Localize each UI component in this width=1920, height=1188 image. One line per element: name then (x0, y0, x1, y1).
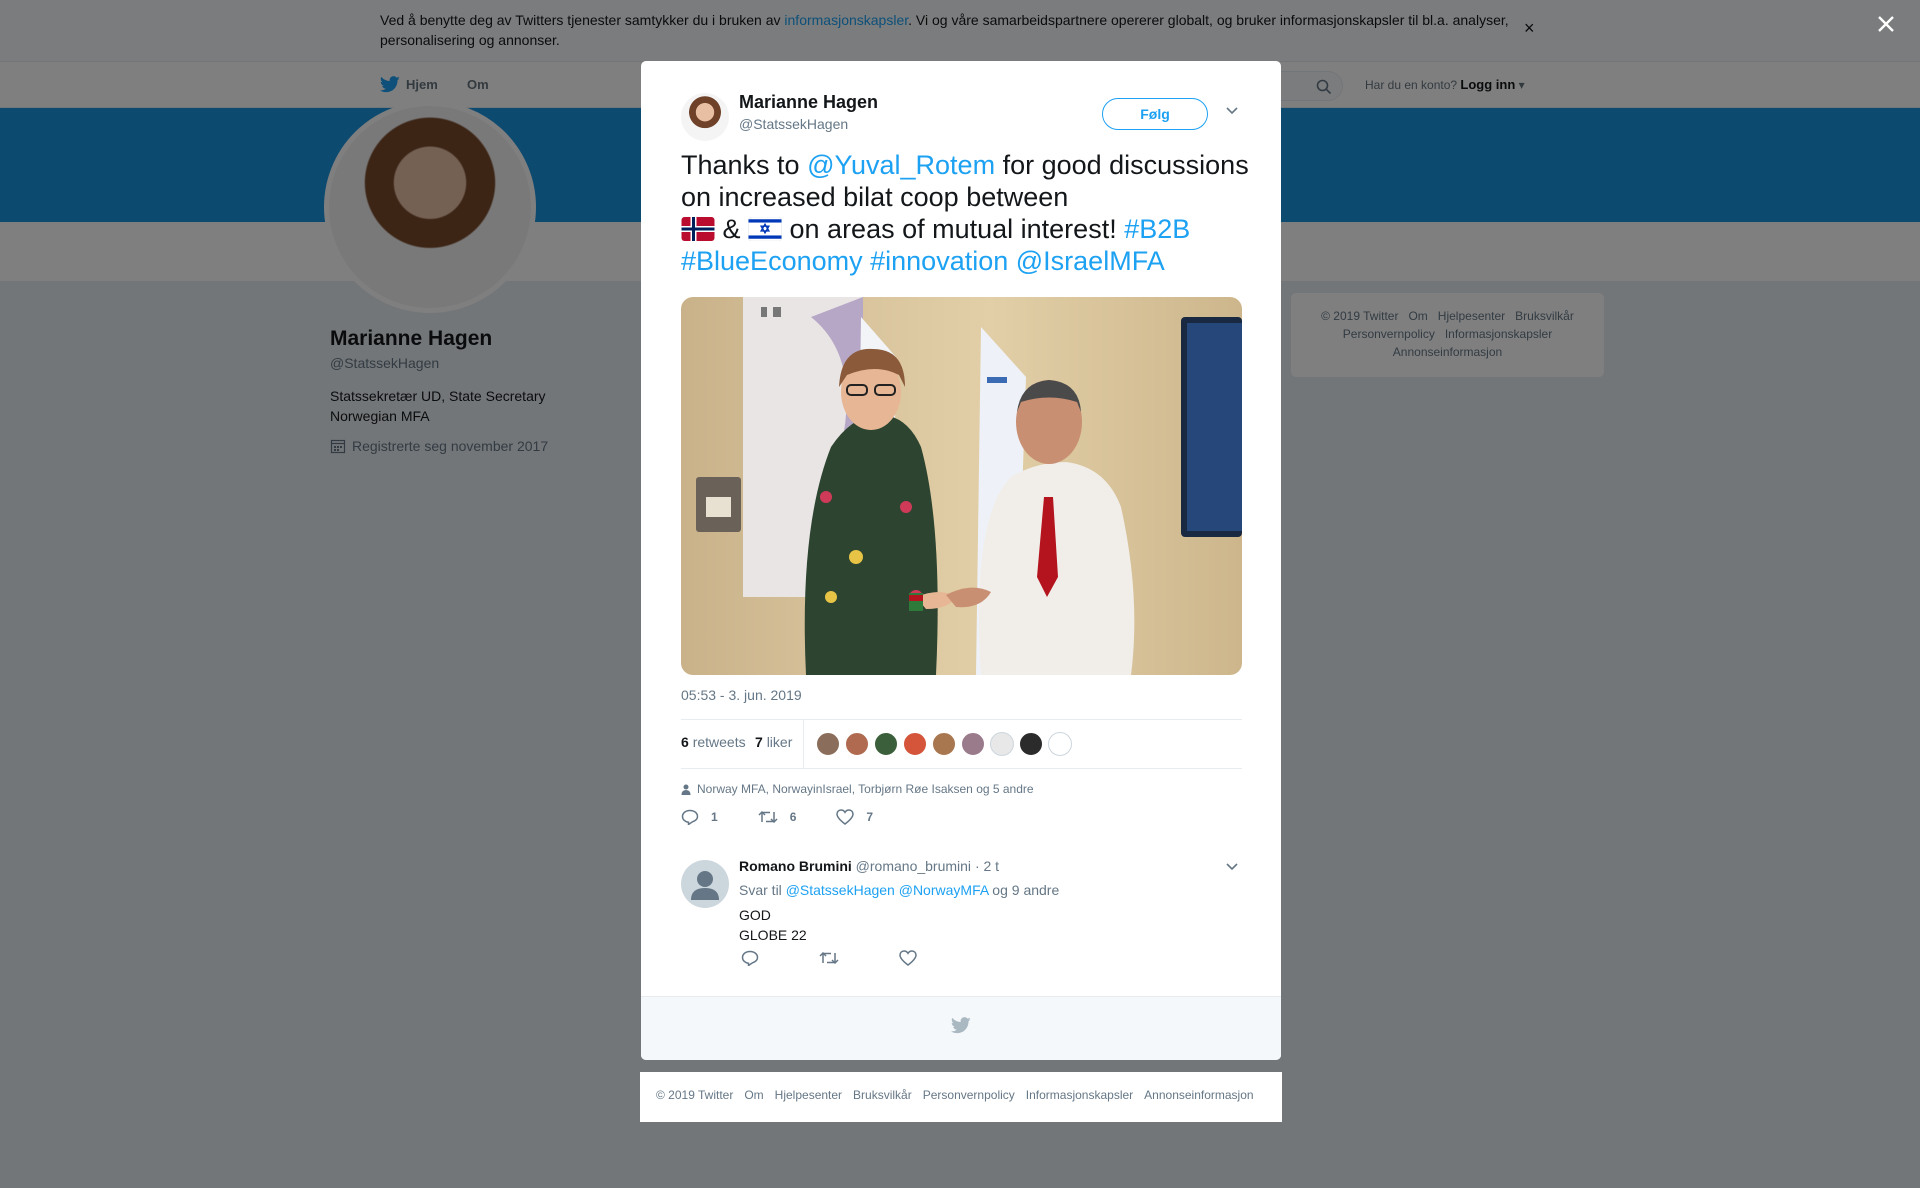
mention-link[interactable]: @IsraelMFA (1016, 246, 1165, 276)
liker-avatar[interactable] (816, 732, 840, 756)
hashtag-link[interactable]: #B2B (1124, 214, 1190, 244)
retweet-count: 6 (789, 810, 797, 824)
liker-avatar[interactable] (932, 732, 956, 756)
author-handle[interactable]: @StatssekHagen (739, 116, 848, 132)
likes-count: 7 (755, 734, 763, 750)
mention-link[interactable]: @StatssekHagen (786, 882, 895, 898)
modal-page-footer: © 2019 Twitter Om Hjelpesenter Bruksvilkår P… (640, 1072, 1282, 1122)
reply-author-handle[interactable]: @romano_brumini (856, 858, 971, 874)
tweet-text-part: Thanks to (681, 150, 808, 180)
reply-actions (741, 950, 977, 971)
footer-link[interactable]: Informasjonskapsler (1026, 1088, 1133, 1102)
heart-icon (836, 809, 855, 825)
likes-label: liker (766, 734, 793, 750)
retweet-icon (819, 951, 839, 965)
reply-author-name[interactable]: Romano Brumini (739, 858, 852, 874)
tweet-text-part: & (715, 214, 749, 244)
tweet-actions: 1 6 7 (681, 809, 913, 825)
author-avatar[interactable] (681, 93, 729, 141)
tweet-modal: Marianne Hagen @StatssekHagen Følg Thank… (641, 61, 1281, 1060)
footer-link[interactable]: Annonseinformasjon (1144, 1088, 1253, 1102)
israel-flag-icon (748, 217, 782, 241)
mention-link[interactable]: @NorwayMFA (899, 882, 989, 898)
reply-like-button[interactable] (899, 950, 917, 971)
footer-link[interactable]: © 2019 Twitter (656, 1088, 733, 1102)
retweets-label: retweets (692, 734, 746, 750)
retweet-button[interactable]: 6 (758, 809, 797, 825)
footer-link[interactable]: Bruksvilkår (853, 1088, 912, 1102)
reply-text-line: GLOBE 22 (739, 927, 807, 943)
retweets-stat[interactable]: 6 retweets (681, 734, 746, 750)
default-avatar-icon (691, 871, 719, 900)
stat-divider (803, 720, 804, 768)
tweet-timestamp[interactable]: 05:53 - 3. jun. 2019 (681, 687, 802, 703)
close-icon[interactable] (1872, 10, 1900, 38)
reply-to-prefix: Svar til (739, 882, 786, 898)
mention-link[interactable]: @Yuval_Rotem (807, 150, 995, 180)
norway-flag-icon (681, 217, 715, 241)
modal-footer (641, 996, 1281, 1060)
liker-avatar[interactable] (1048, 732, 1072, 756)
retweet-icon (758, 810, 778, 824)
hashtag-link[interactable]: #BlueEconomy (681, 246, 863, 276)
like-button[interactable]: 7 (836, 809, 873, 825)
reply-to-suffix[interactable]: og 9 andre (988, 882, 1059, 898)
tweet-photo[interactable] (681, 297, 1242, 675)
reply-text: GOD GLOBE 22 (739, 905, 807, 945)
reply-header: Romano Brumini @romano_brumini · 2 t (739, 858, 999, 874)
liker-avatar[interactable] (903, 732, 927, 756)
chevron-down-icon[interactable] (1225, 862, 1239, 872)
reply-reply-button[interactable] (741, 950, 759, 971)
reply-text-line: GOD (739, 907, 771, 923)
reply-icon (741, 950, 759, 967)
social-context-text: Norway MFA, NorwayinIsrael, Torbjørn Røe… (697, 782, 1034, 796)
reply-tweet[interactable]: Romano Brumini @romano_brumini · 2 t Sva… (641, 851, 1281, 996)
hashtag-link[interactable]: #innovation (870, 246, 1008, 276)
chevron-down-icon[interactable] (1225, 106, 1239, 116)
liker-avatar[interactable] (1019, 732, 1043, 756)
social-context[interactable]: Norway MFA, NorwayinIsrael, Torbjørn Røe… (681, 782, 1034, 796)
tweet-stats: 6 retweets 7 liker (681, 719, 1242, 769)
reply-button[interactable]: 1 (681, 809, 718, 825)
reply-to: Svar til @StatssekHagen @NorwayMFA og 9 … (739, 882, 1059, 898)
reply-count: 1 (711, 810, 718, 824)
likes-stat[interactable]: 7 liker (755, 734, 792, 750)
footer-link[interactable]: Personvernpolicy (923, 1088, 1015, 1102)
follow-button[interactable]: Følg (1102, 98, 1208, 130)
tweet-text: Thanks to @Yuval_Rotem for good discussi… (681, 149, 1251, 277)
tweet-text-part: on areas of mutual interest! (782, 214, 1125, 244)
like-count: 7 (866, 810, 874, 824)
reply-time[interactable]: · 2 t (975, 858, 999, 874)
liker-avatar[interactable] (845, 732, 869, 756)
liker-avatars (816, 732, 1077, 756)
person-icon (681, 784, 691, 795)
footer-link[interactable]: Hjelpesenter (775, 1088, 842, 1102)
reply-avatar[interactable] (681, 860, 729, 908)
retweets-count: 6 (681, 734, 689, 750)
liker-avatar[interactable] (990, 732, 1014, 756)
liker-avatar[interactable] (874, 732, 898, 756)
author-name[interactable]: Marianne Hagen (739, 92, 878, 113)
heart-icon (899, 950, 917, 966)
reply-retweet-button[interactable] (819, 950, 839, 971)
twitter-bird-icon (951, 1017, 971, 1034)
tweet-photo-illustration (696, 297, 1242, 675)
liker-avatar[interactable] (961, 732, 985, 756)
footer-link[interactable]: Om (744, 1088, 763, 1102)
reply-icon (681, 809, 699, 825)
